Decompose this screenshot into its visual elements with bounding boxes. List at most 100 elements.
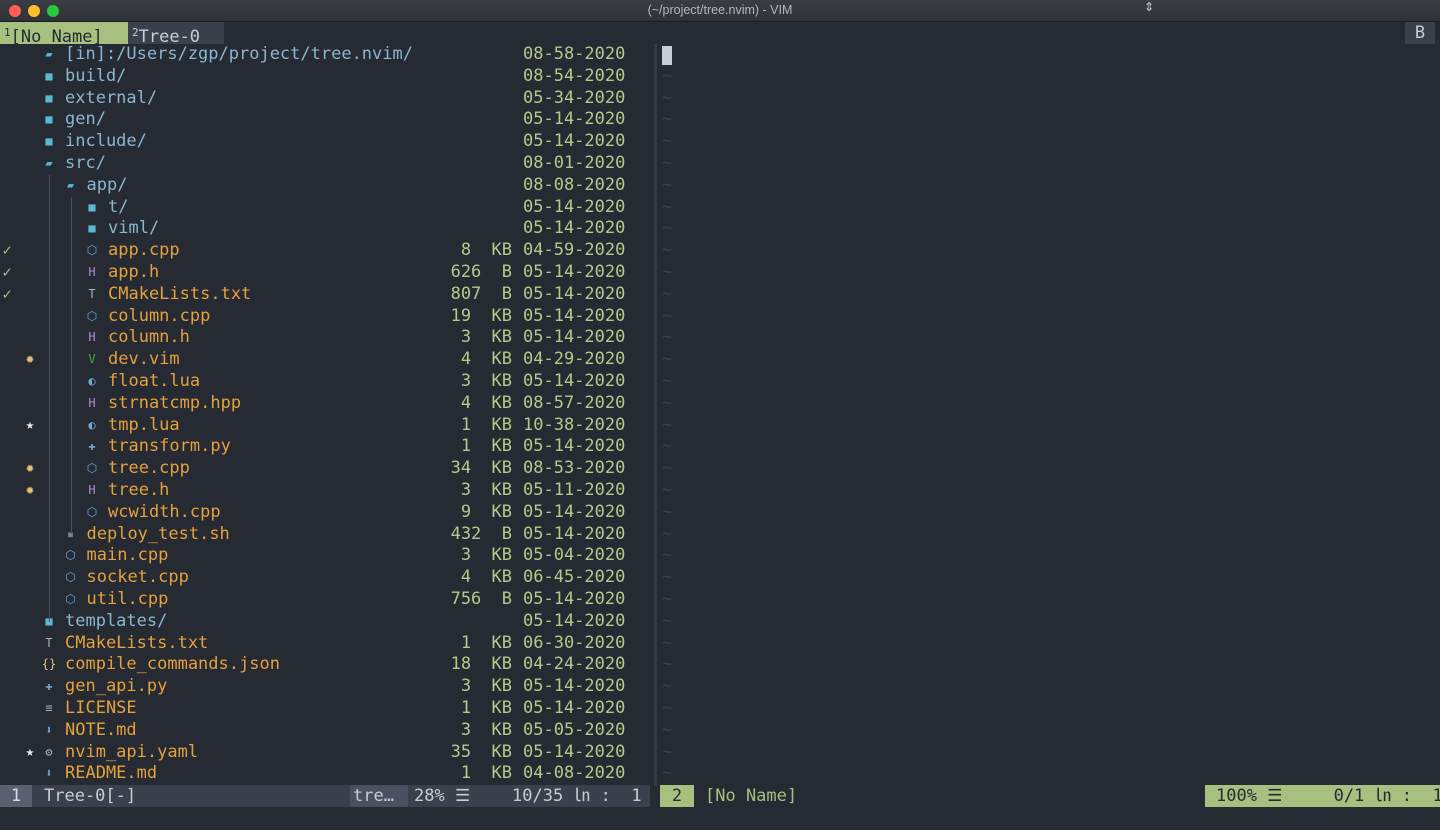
- modified-date: 08-08-2020: [523, 174, 626, 195]
- file-size: 626 B: [450, 262, 512, 282]
- tree-file-row[interactable]: ★ ◐ tmp.lua 1 KB 10-38-2020: [0, 415, 650, 437]
- tree-dir-row[interactable]: ■ t/05-14-2020: [0, 197, 650, 219]
- folder-icon: ■: [45, 112, 53, 127]
- empty-line-marker: ~: [662, 283, 673, 304]
- tree-item-name: float.lua: [108, 371, 201, 391]
- tab-tree-0[interactable]: 2Tree-0: [128, 22, 224, 47]
- tree-file-row[interactable]: ✓ T CMakeLists.txt 807 B 05-14-2020: [0, 284, 650, 306]
- tree-dir-row[interactable]: ▰ src/08-01-2020: [0, 153, 650, 175]
- tree-file-row[interactable]: ✹ Vdev.vim 4 KB 04-29-2020: [0, 349, 650, 371]
- tree-file-row[interactable]: {} compile_commands.json 18 KB 04-24-2020: [0, 654, 650, 676]
- tree-item-name: app/: [86, 174, 128, 195]
- buffer-name: Tree-0[-]: [44, 786, 137, 806]
- tree-item-name: deploy_test.sh: [86, 523, 230, 544]
- modified-date: 05-14-2020: [523, 436, 626, 457]
- tree-file-row[interactable]: ✚ transform.py 1 KB 05-14-2020: [0, 436, 650, 458]
- empty-line-marker: ~: [662, 589, 673, 609]
- tree-item-name: transform.py: [108, 436, 231, 457]
- empty-line-marker: ~: [662, 763, 673, 784]
- tree-file-row[interactable]: T CMakeLists.txt 1 KB 06-30-2020: [0, 633, 650, 655]
- window-separator[interactable]: [654, 44, 657, 786]
- mark-icon: ✹: [25, 351, 35, 368]
- modified-date: 04-08-2020: [523, 763, 626, 784]
- tree-file-row[interactable]: ⬡ column.cpp 19 KB 05-14-2020: [0, 306, 650, 328]
- file-size: 4 KB: [460, 567, 512, 588]
- modified-date: 05-14-2020: [523, 610, 626, 631]
- tree-file-row[interactable]: ✓ ⬡ app.cpp 8 KB 04-59-2020: [0, 240, 650, 262]
- empty-line-marker: ~: [662, 65, 673, 86]
- lua-icon: ◐: [88, 417, 96, 432]
- tree-file-row[interactable]: Hcolumn.h 3 KB 05-14-2020: [0, 327, 650, 349]
- tree-dir-row[interactable]: ■ build/08-54-2020: [0, 66, 650, 88]
- modified-date: 05-14-2020: [523, 327, 626, 348]
- header-icon: H: [88, 395, 96, 410]
- tree-dir-row[interactable]: ■ include/05-14-2020: [0, 131, 650, 153]
- json-icon: {}: [41, 657, 57, 672]
- tree-dir-row[interactable]: ■ external/05-34-2020: [0, 88, 650, 110]
- tree-file-row[interactable]: ★ ⚙ nvim_api.yaml 35 KB 05-14-2020: [0, 742, 650, 764]
- tree-item-name: socket.cpp: [86, 567, 189, 588]
- modified-date: 05-14-2020: [523, 698, 626, 718]
- tree-file-row[interactable]: Hstrnatcmp.hpp 4 KB 08-57-2020: [0, 393, 650, 415]
- tree-file-row[interactable]: ⬇ NOTE.md 3 KB 05-05-2020: [0, 720, 650, 742]
- tab-no-name[interactable]: 1[No Name]: [0, 22, 128, 47]
- tree-file-row[interactable]: ⬇ README.md 1 KB 04-08-2020: [0, 763, 650, 785]
- cpp-icon: ⬡: [65, 548, 76, 563]
- empty-line-marker: ~: [662, 240, 673, 261]
- tree-item-name: column.h: [108, 327, 190, 348]
- yaml-icon: ⚙: [45, 744, 53, 759]
- empty-line-marker: ~: [662, 676, 673, 697]
- empty-line-marker: ~: [662, 153, 673, 173]
- tree-file-row[interactable]: ✹ ⬡ tree.cpp 34 KB 08-53-2020: [0, 458, 650, 480]
- file-size: 19 KB: [450, 305, 512, 326]
- file-size: 4 KB: [460, 349, 512, 370]
- window-title: (~/project/tree.nvim) - VIM: [647, 3, 793, 17]
- lua-icon: ◐: [88, 374, 96, 388]
- tree-file-row[interactable]: ≡ LICENSE 1 KB 05-14-2020: [0, 698, 650, 720]
- tree-file-row[interactable]: ◐ float.lua 3 KB 05-14-2020: [0, 371, 650, 393]
- command-line[interactable]: [0, 807, 1440, 830]
- filetype: tre…: [350, 785, 408, 807]
- folder-icon: ■: [45, 134, 53, 149]
- tree-file-row[interactable]: ⬡ util.cpp 756 B 05-14-2020: [0, 589, 650, 611]
- mark-icon: ★: [25, 416, 35, 433]
- file-size: 1 KB: [460, 763, 512, 784]
- tree-dir-row[interactable]: ■ viml/05-14-2020: [0, 218, 650, 240]
- tree-item-name: templates/: [65, 610, 168, 631]
- editor-window[interactable]: ~ ~ ~ ~ ~ ~ ~ ~ ~ ~ ~ ~ ~ ~ ~ ~ ~ ~ ~ ~ ~ ~ ~ ~ ~ ~ ~ ~ ~ ~ ~ ~ ~: [660, 44, 1440, 786]
- tree-dir-row[interactable]: ▰ app/08-08-2020: [0, 175, 650, 197]
- modified-date: 04-59-2020: [523, 240, 626, 261]
- modified-date: 05-14-2020: [523, 371, 626, 391]
- tree-file-row[interactable]: ✚ gen_api.py 3 KB 05-14-2020: [0, 676, 650, 698]
- tree-dir-row[interactable]: ■templates/05-14-2020: [0, 611, 650, 633]
- cpp-icon: ⬡: [86, 308, 98, 323]
- file-size: 1 KB: [460, 436, 512, 457]
- vim-icon: V: [88, 352, 96, 367]
- folder-icon: ■: [45, 90, 53, 105]
- empty-line-marker: ~: [662, 741, 673, 762]
- empty-line-marker: ~: [662, 392, 673, 413]
- modified-date: 08-58-2020: [523, 44, 626, 64]
- modified-date: 10-38-2020: [523, 414, 626, 435]
- tree-file-row[interactable]: ✓ Happ.h 626 B 05-14-2020: [0, 262, 650, 284]
- tree-dir-row[interactable]: ■ gen/05-14-2020: [0, 109, 650, 131]
- modified-date: 08-53-2020: [523, 458, 626, 479]
- tree-file-row[interactable]: ✹ Htree.h 3 KB 05-11-2020: [0, 480, 650, 502]
- file-size: 3 KB: [460, 371, 512, 391]
- tree-file-row[interactable]: ▪deploy_test.sh432 B05-14-2020: [0, 524, 650, 546]
- folder-open-icon: ▰: [66, 177, 75, 192]
- file-tree[interactable]: ▰ [in]:/Users/zgp/project/tree.nvim/08-58…: [0, 44, 650, 786]
- text-cursor: [662, 46, 672, 65]
- empty-line-marker: ~: [662, 632, 673, 653]
- file-size: 1 KB: [460, 632, 512, 653]
- tree-file-row[interactable]: ⬡ main.cpp 3 KB 05-04-2020: [0, 545, 650, 567]
- file-size: 432 B: [450, 523, 512, 544]
- cpp-icon: ⬡: [86, 243, 98, 258]
- text-icon: T: [45, 635, 53, 650]
- tree-dir-row[interactable]: ▰ [in]:/Users/zgp/project/tree.nvim/08-58…: [0, 44, 650, 66]
- tree-file-row[interactable]: ⬡ socket.cpp 4 KB 06-45-2020: [0, 567, 650, 589]
- tree-file-row[interactable]: ⬡ wcwidth.cpp 9 KB 05-14-2020: [0, 502, 650, 524]
- empty-line-marker: ~: [662, 654, 673, 675]
- modified-date: 05-34-2020: [523, 87, 626, 108]
- modified-date: 05-14-2020: [523, 523, 626, 544]
